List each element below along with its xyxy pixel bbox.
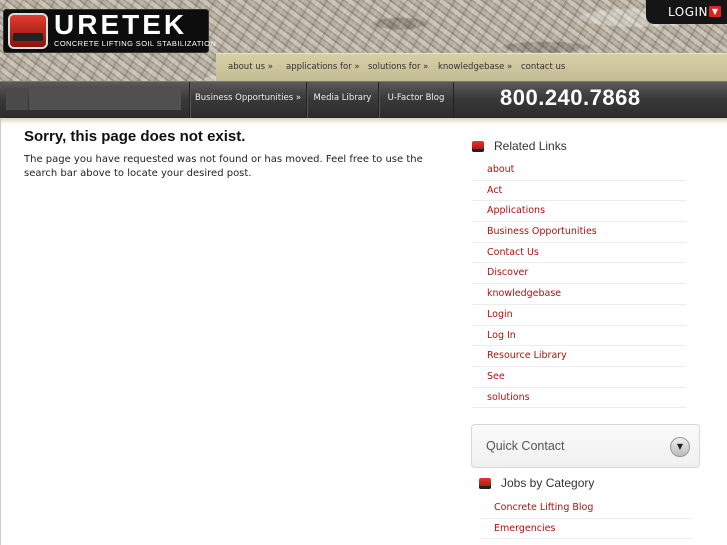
jobs-by-category-heading: Jobs by Category — [501, 476, 595, 490]
jobs-bullet-icon — [479, 478, 491, 489]
jobs-link-concrete-lifting-blog[interactable]: Concrete Lifting Blog — [480, 498, 692, 519]
related-link-log-in[interactable]: Log In — [472, 326, 686, 347]
nav-item-u-factor-blog[interactable]: U-Factor Blog — [378, 82, 454, 118]
related-link-solutions[interactable]: solutions — [472, 388, 686, 409]
related-link-business-opportunities[interactable]: Business Opportunities — [472, 222, 686, 243]
secondary-nav: about us » applications for » solutions … — [216, 53, 727, 81]
related-link-contact-us[interactable]: Contact Us — [472, 243, 686, 264]
related-link-resource-library[interactable]: Resource Library — [472, 346, 686, 367]
nav-shadow — [0, 118, 727, 124]
login-button[interactable]: LOGIN ▼ — [646, 0, 727, 24]
related-link-applications[interactable]: Applications — [472, 201, 686, 223]
related-link-discover[interactable]: Discover — [472, 263, 686, 285]
not-found-message: The page you have requested was not foun… — [24, 154, 423, 179]
related-links-bullet-icon — [472, 141, 484, 152]
uretek-logo[interactable]: URETEK CONCRETE LIFTING SOIL STABILIZATI… — [3, 9, 216, 53]
chevron-down-icon: ▼ — [709, 6, 721, 17]
related-link-see[interactable]: See — [472, 367, 686, 388]
logo-mark-icon — [8, 13, 48, 49]
search-input[interactable] — [29, 88, 181, 110]
logo-wordmark: URETEK — [54, 9, 188, 40]
related-links-list: about Act Applications Business Opportun… — [472, 160, 686, 409]
page-title: Sorry, this page does not exist. — [24, 128, 246, 145]
jobs-links-list: Concrete Lifting Blog Emergencies — [480, 498, 692, 540]
nav-item-knowledgebase[interactable]: knowledgebase » — [438, 62, 512, 72]
quick-contact-label: Quick Contact — [486, 439, 565, 453]
logo-tagline: CONCRETE LIFTING SOIL STABILIZATION — [54, 39, 217, 48]
nav-item-business-opportunities[interactable]: Business Opportunities » — [189, 82, 306, 118]
nav-item-media-library[interactable]: Media Library — [306, 82, 378, 118]
nav-item-about-us[interactable]: about us » — [228, 62, 273, 72]
phone-number[interactable]: 800.240.7868 — [500, 85, 641, 111]
related-link-about[interactable]: about — [472, 160, 686, 181]
chevron-down-icon[interactable]: ▼ — [670, 437, 690, 457]
related-link-knowledgebase[interactable]: knowledgebase — [472, 284, 686, 305]
related-link-act[interactable]: Act — [472, 181, 686, 202]
nav-item-solutions-for[interactable]: solutions for » — [368, 62, 428, 72]
related-links-heading: Related Links — [494, 139, 567, 153]
main-nav-bar: Business Opportunities » Media Library U… — [0, 81, 727, 118]
login-label: LOGIN — [668, 5, 709, 19]
search-icon[interactable] — [6, 88, 28, 110]
nav-item-applications-for[interactable]: applications for » — [286, 62, 360, 72]
page-border — [0, 118, 1, 545]
related-link-login[interactable]: Login — [472, 305, 686, 326]
nav-item-contact-us[interactable]: contact us — [521, 62, 565, 72]
quick-contact-panel[interactable]: Quick Contact ▼ — [471, 424, 700, 468]
jobs-link-emergencies[interactable]: Emergencies — [480, 519, 692, 540]
